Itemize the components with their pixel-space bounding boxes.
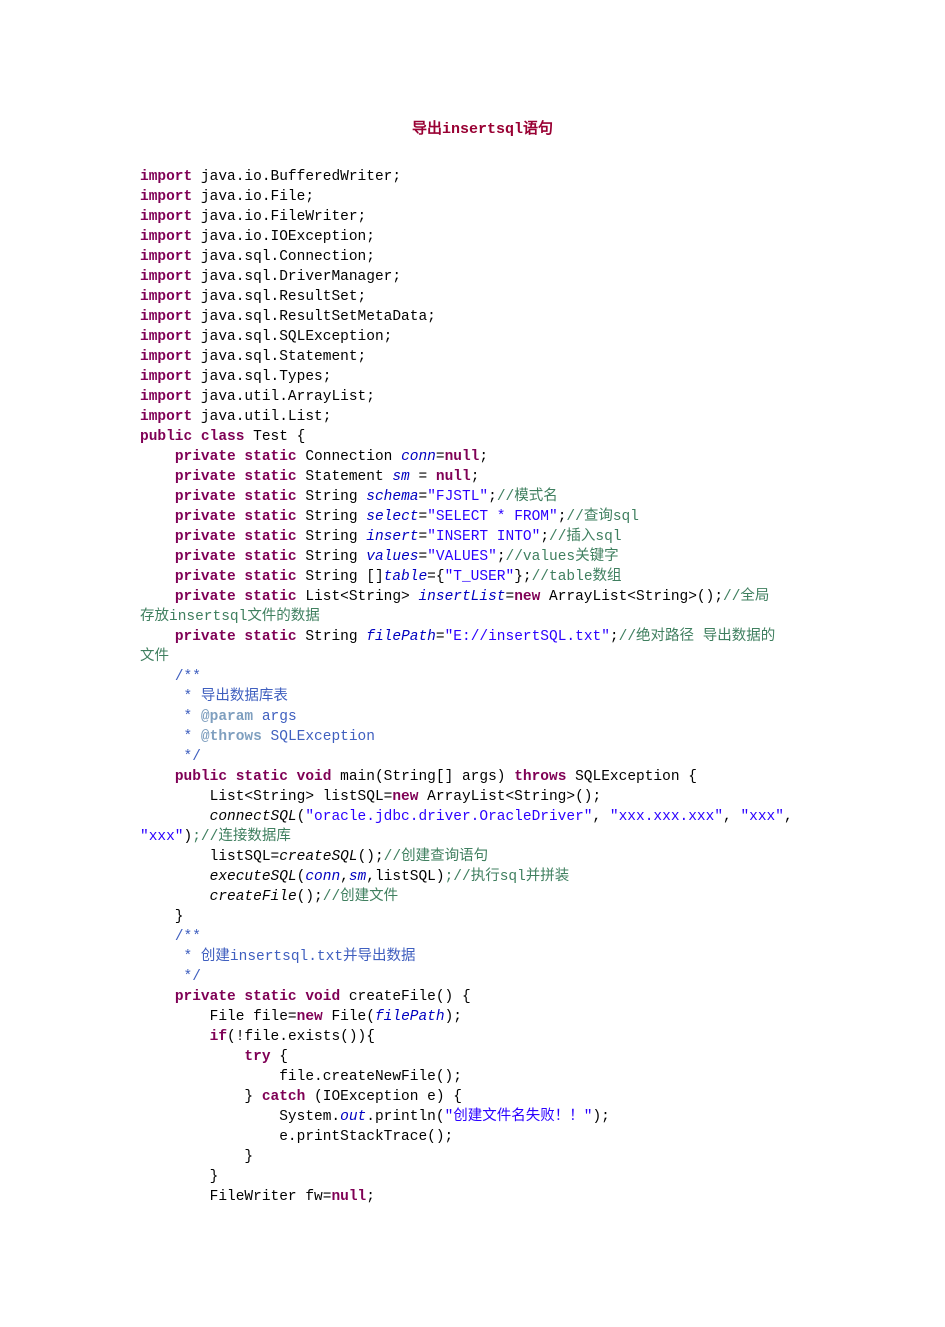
code-document: 导出insertsql语句 import java.io.BufferedWri…: [0, 0, 945, 1327]
document-title: 导出insertsql语句: [140, 120, 825, 141]
code-block: import java.io.BufferedWriter;import jav…: [140, 167, 825, 1207]
